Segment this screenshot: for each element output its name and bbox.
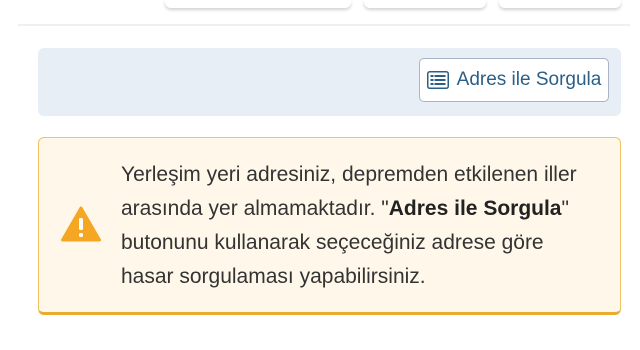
alert-message: Yerleşim yeri adresiniz, depremden etkil… — [121, 158, 601, 294]
address-query-button[interactable]: Adres ile Sorgula — [419, 58, 609, 102]
alert-text-bold2: Sorgula — [483, 197, 562, 220]
list-icon — [426, 71, 449, 89]
top-card[interactable] — [499, 0, 621, 8]
divider — [18, 24, 630, 26]
warning-icon — [61, 206, 101, 242]
address-query-button-label: Adres ile Sorgula — [456, 69, 602, 90]
top-card[interactable] — [165, 0, 351, 8]
warning-alert: Yerleşim yeri adresiniz, depremden etkil… — [38, 137, 621, 315]
top-card[interactable] — [364, 0, 486, 8]
alert-text-bold1: Adres ile — [388, 197, 478, 220]
address-query-panel: Adres ile Sorgula — [38, 48, 621, 116]
top-card-strip — [0, 0, 640, 30]
